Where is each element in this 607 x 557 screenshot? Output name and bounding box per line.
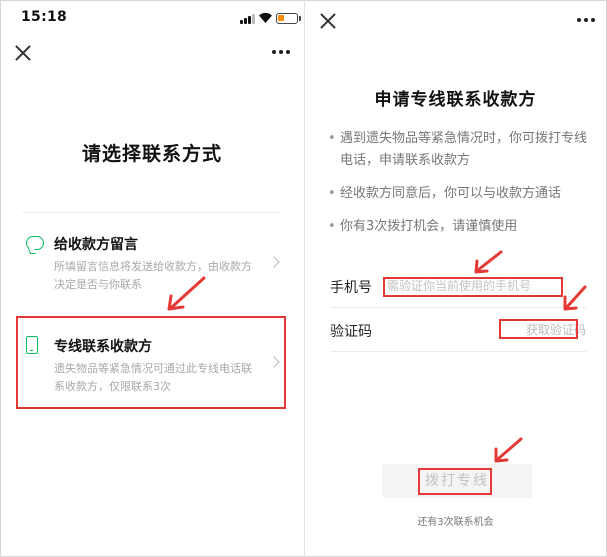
- wifi-icon: [259, 12, 272, 23]
- annotation-arrow-icon: [167, 276, 206, 311]
- battery-icon: [276, 13, 298, 24]
- battery-cap: [299, 16, 301, 21]
- chat-bubble-icon: [26, 236, 44, 250]
- panel-divider: [304, 0, 305, 557]
- option-title: 给收款方留言: [54, 237, 138, 253]
- status-bar: 15:18: [0, 0, 304, 36]
- close-icon[interactable]: [14, 44, 32, 62]
- instruction-item: 遇到遗失物品等紧急情况时，你可拨打专线电话，申请联系收款方: [328, 128, 590, 172]
- status-time: 15:18: [21, 9, 68, 25]
- option-description: 所填留言信息将发送给收款方，由收款方决定是否与你联系: [54, 260, 252, 291]
- highlight-box: [383, 277, 563, 297]
- verification-code-input[interactable]: [387, 318, 497, 342]
- divider: [330, 351, 586, 352]
- highlight-box: [16, 316, 286, 409]
- chevron-right-icon: [268, 256, 280, 268]
- battery-level: [278, 15, 284, 21]
- more-icon[interactable]: [577, 18, 597, 24]
- close-icon[interactable]: [319, 12, 337, 30]
- page-title: 请选择联系方式: [81, 143, 222, 165]
- highlight-box: [418, 468, 492, 495]
- signal-icon: [240, 13, 256, 24]
- phone-label: 手机号: [330, 280, 372, 296]
- page-title: 申请专线联系收款方: [374, 90, 537, 110]
- code-label: 验证码: [330, 324, 372, 340]
- leave-message-option[interactable]: 给收款方留言 所填留言信息将发送给收款方，由收款方决定是否与你联系: [22, 234, 282, 296]
- annotation-arrow-icon: [563, 285, 587, 311]
- instruction-list: 遇到遗失物品等紧急情况时，你可拨打专线电话，申请联系收款方 经收款方同意后，你可…: [328, 128, 590, 249]
- annotation-arrow-icon: [474, 250, 503, 274]
- divider: [22, 212, 280, 213]
- more-icon[interactable]: [272, 50, 292, 56]
- highlight-box: [499, 319, 578, 339]
- instruction-item: 经收款方同意后，你可以与收款方通话: [328, 183, 590, 205]
- instruction-item: 你有3次拨打机会，请谨慎使用: [328, 216, 590, 238]
- remaining-chances: 还有3次联系机会: [417, 517, 494, 528]
- annotation-arrow-icon: [494, 437, 523, 463]
